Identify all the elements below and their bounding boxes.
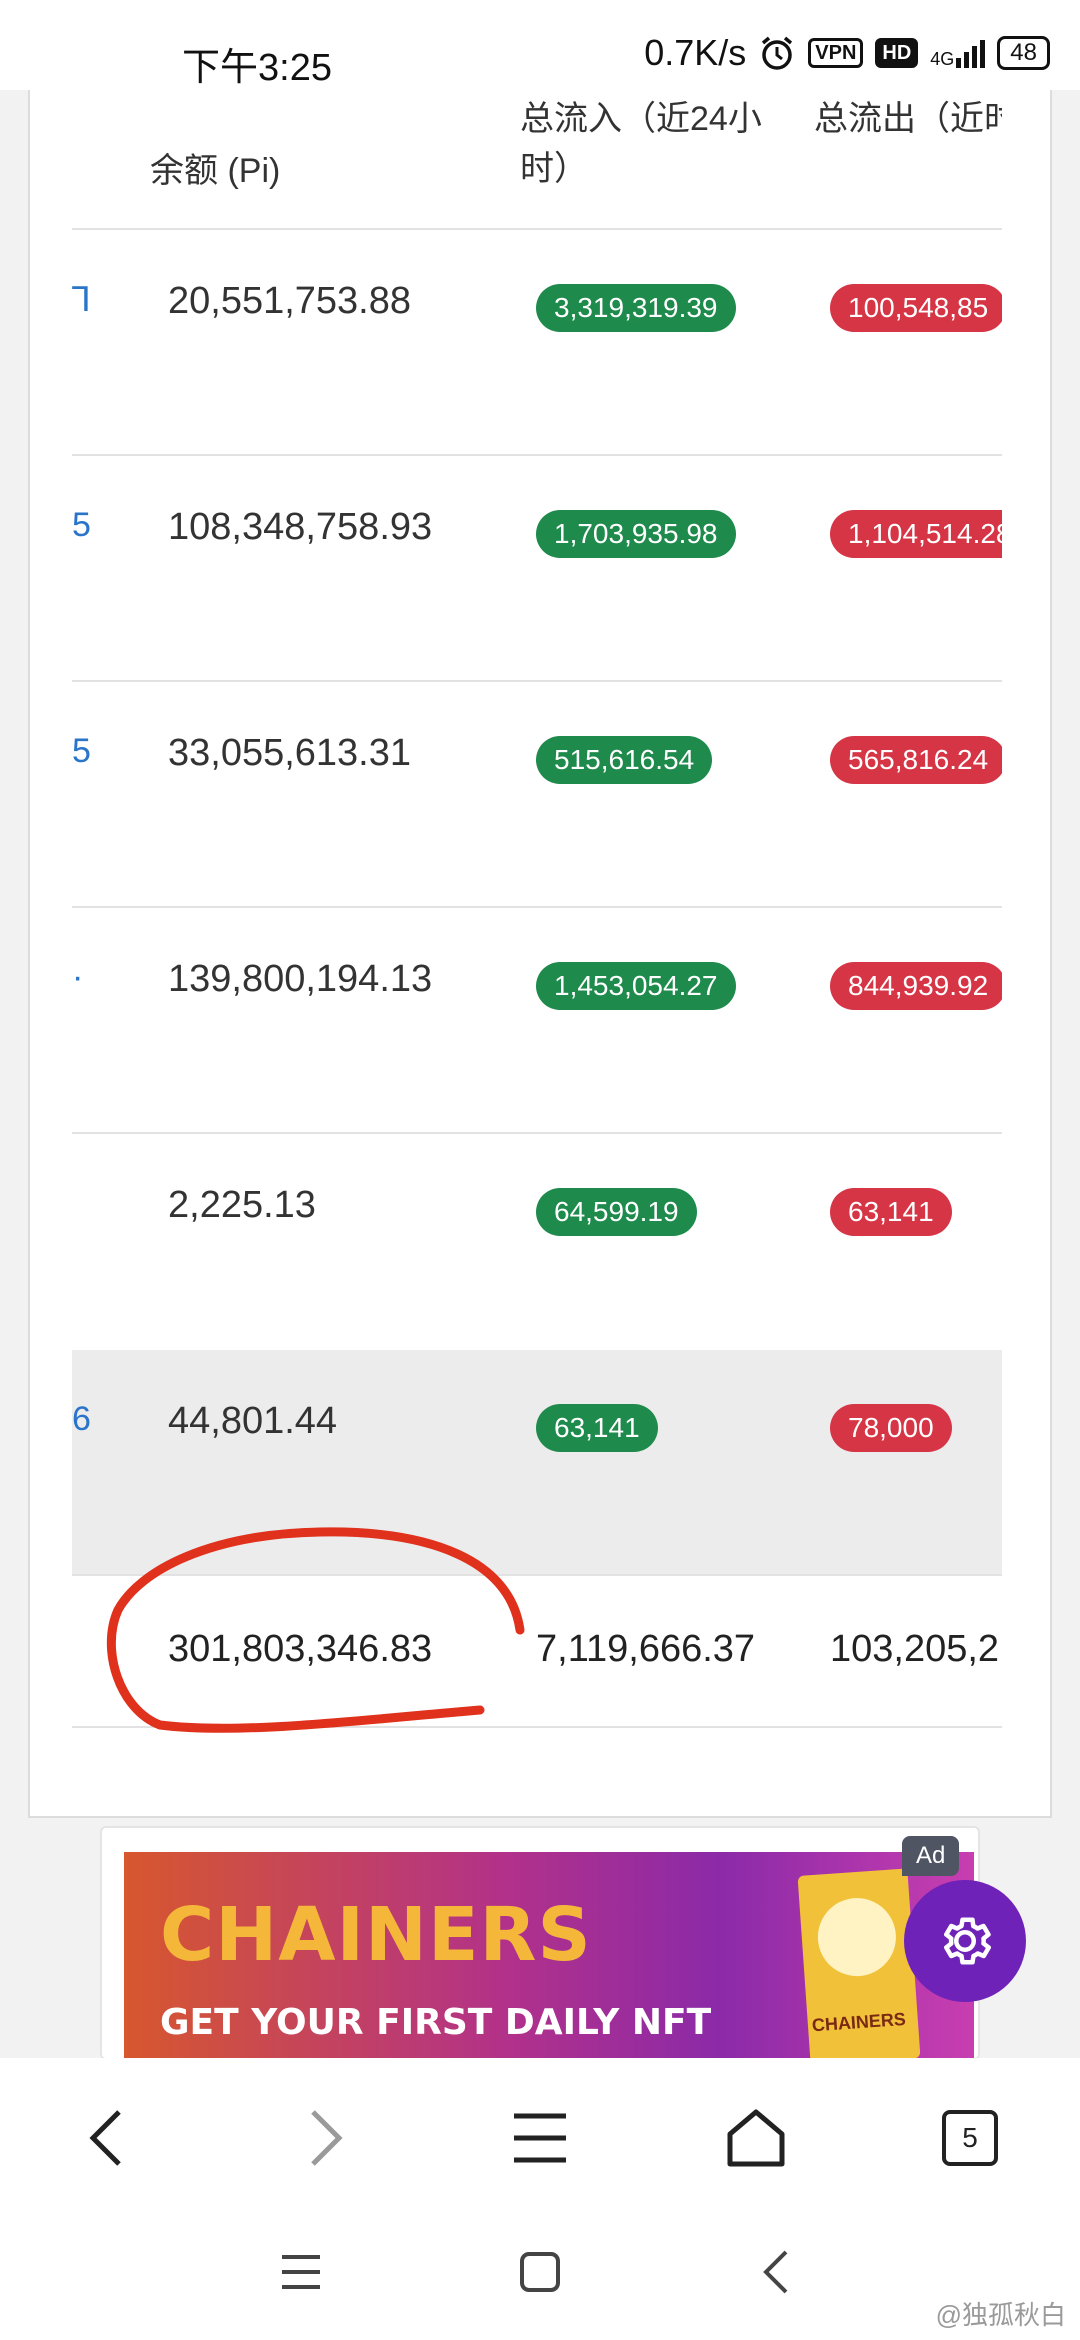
ad-banner[interactable]: CHAINERS GET YOUR FIRST DAILY NFT CHAINE… [124, 1852, 974, 2058]
sys-back-button[interactable] [758, 2248, 792, 2301]
hd-icon: HD [875, 38, 919, 68]
browser-toolbar: 5 [0, 2058, 1080, 2208]
chevron-left-icon [89, 2110, 121, 2166]
home-button[interactable] [716, 2098, 796, 2178]
balance-cell: 108,348,758.93 [168, 506, 433, 548]
inflow-badge: 515,616.54 [536, 736, 713, 784]
status-icons: 0.7K/s VPN HD 4G 48 [644, 32, 1050, 74]
forward-button[interactable] [286, 2098, 366, 2178]
address-link[interactable]: 6 [72, 1400, 91, 1439]
menu-icon [514, 2113, 566, 2163]
wallet-table[interactable]: 余额 (Pi) 总流入（近24小时） 总流出（近时） Ꞁ 20,551,753.… [72, 90, 1002, 1730]
ad-tagline: GET YOUR FIRST DAILY NFT [160, 2002, 712, 2043]
watermark: @独孤秋白 [935, 2300, 1066, 2330]
signal-icon: 4G [930, 38, 986, 68]
recents-button[interactable] [278, 2252, 324, 2297]
settings-button[interactable] [904, 1880, 1026, 2002]
back-arrow-icon [763, 2250, 788, 2294]
vpn-icon: VPN [808, 38, 864, 68]
table-row[interactable]: 5 33,055,613.31 515,616.54 565,816.24 [72, 682, 1002, 908]
inflow-badge: 64,599.19 [536, 1188, 697, 1236]
balance-cell: 44,801.44 [168, 1400, 338, 1442]
ad-brand: CHAINERS [160, 1892, 592, 1978]
total-outflow: 103,205,2 [830, 1628, 1000, 1670]
address-link[interactable]: · [72, 958, 83, 997]
header-balance[interactable]: 余额 (Pi) [150, 146, 280, 196]
status-bar: 下午3:25 0.7K/s VPN HD 4G 48 [0, 0, 1080, 90]
table-header: 余额 (Pi) 总流入（近24小时） 总流出（近时） [72, 90, 1002, 230]
table-row[interactable]: 6 44,801.44 63,141 78,000 [72, 1350, 1002, 1576]
address-link[interactable]: 5 [72, 506, 91, 545]
inflow-badge: 63,141 [536, 1404, 658, 1452]
table-row[interactable]: · 139,800,194.13 1,453,054.27 844,939.92 [72, 908, 1002, 1134]
address-link[interactable]: Ꞁ [72, 280, 91, 320]
balance-cell: 33,055,613.31 [168, 732, 412, 774]
inflow-badge: 1,453,054.27 [536, 962, 736, 1010]
address-link[interactable]: 5 [72, 732, 91, 771]
back-button[interactable] [66, 2098, 146, 2178]
total-row: 301,803,346.83 7,119,666.37 103,205,2 [72, 1576, 1002, 1728]
ad-badge: Ad [902, 1836, 960, 1876]
home-icon [727, 2109, 785, 2167]
square-icon [520, 2252, 560, 2292]
outflow-badge: 63,141 [830, 1188, 952, 1236]
outflow-badge: 100,548,85 [830, 284, 1002, 332]
header-outflow[interactable]: 总流出（近时） [814, 94, 1002, 144]
outflow-badge: 565,816.24 [830, 736, 1002, 784]
recents-icon [282, 2255, 320, 2289]
table-row[interactable]: 5 108,348,758.93 1,703,935.98 1,104,514.… [72, 456, 1002, 682]
tab-count-icon: 5 [942, 2110, 998, 2166]
table-row[interactable]: 2,225.13 64,599.19 63,141 [72, 1134, 1002, 1360]
alarm-icon [762, 36, 793, 70]
balance-cell: 2,225.13 [168, 1184, 316, 1226]
table-row[interactable]: Ꞁ 20,551,753.88 3,319,319.39 100,548,85 [72, 230, 1002, 456]
gear-icon [944, 1917, 991, 1965]
ad-container[interactable]: CHAINERS GET YOUR FIRST DAILY NFT CHAINE… [100, 1826, 980, 2060]
nft-pack-image: CHAINERS [797, 1868, 921, 2058]
outflow-badge: 844,939.92 [830, 962, 1002, 1010]
outflow-badge: 1,104,514.28 [830, 510, 1002, 558]
menu-button[interactable] [500, 2098, 580, 2178]
header-inflow[interactable]: 总流入（近24小时） [520, 94, 780, 194]
outflow-badge: 78,000 [830, 1404, 952, 1452]
chevron-right-icon [311, 2110, 343, 2166]
inflow-badge: 1,703,935.98 [536, 510, 736, 558]
sys-home-button[interactable] [518, 2250, 562, 2299]
balance-cell: 20,551,753.88 [168, 280, 412, 322]
total-inflow: 7,119,666.37 [536, 1628, 756, 1670]
net-speed: 0.7K/s [644, 32, 747, 73]
total-balance: 301,803,346.83 [168, 1628, 433, 1670]
system-nav-bar: @独孤秋白 [0, 2208, 1080, 2340]
balance-cell: 139,800,194.13 [168, 958, 433, 1000]
tabs-button[interactable]: 5 [930, 2098, 1010, 2178]
battery-icon: 48 [997, 36, 1050, 70]
status-time: 下午3:25 [182, 47, 332, 89]
inflow-badge: 3,319,319.39 [536, 284, 736, 332]
